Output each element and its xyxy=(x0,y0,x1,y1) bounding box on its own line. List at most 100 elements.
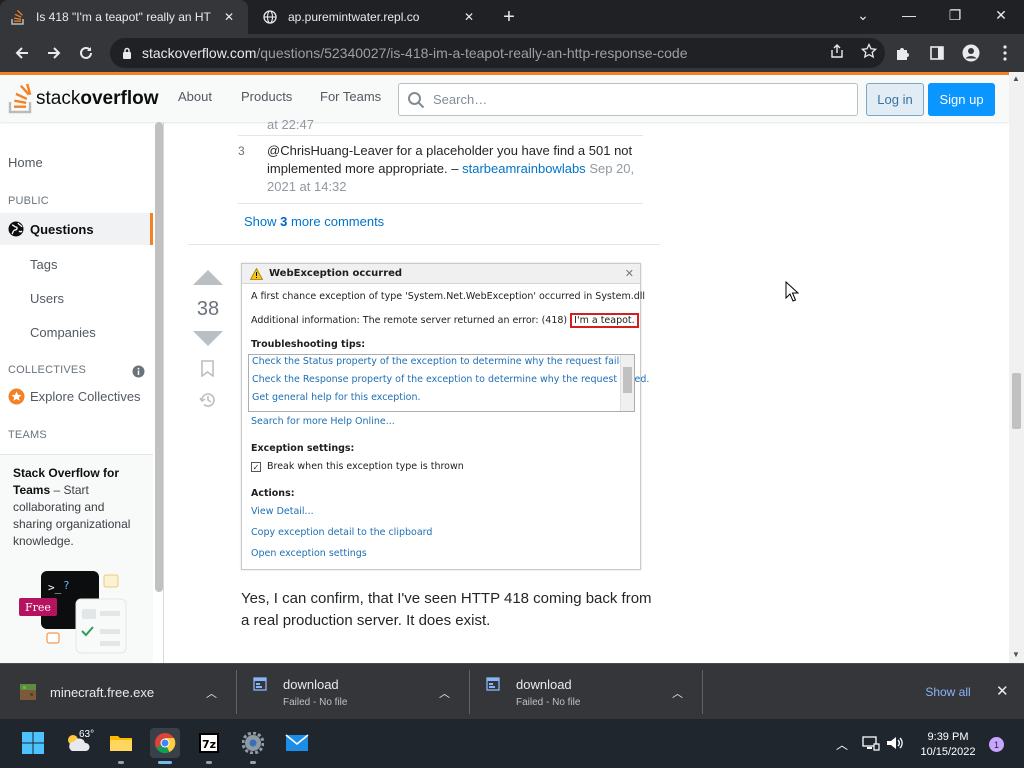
collectives-star-icon xyxy=(8,388,25,405)
taskbar-chrome[interactable] xyxy=(150,728,180,764)
download-options-chevron-icon[interactable]: ︿ xyxy=(672,685,683,701)
share-icon[interactable] xyxy=(829,43,845,64)
tab-replit[interactable]: ap.puremintwater.repl.co ✕ xyxy=(252,0,488,34)
scroll-down-arrow-icon[interactable]: ▼ xyxy=(1012,650,1020,659)
download-item[interactable]: download Failed - No file ︿ xyxy=(253,664,450,720)
toolbar-actions xyxy=(892,41,1016,65)
chrome-icon xyxy=(155,733,176,754)
dialog-tip: Check the Status property of the excepti… xyxy=(252,356,635,367)
new-tab-button[interactable]: + xyxy=(498,7,520,27)
teapot-highlight: I'm a teapot. xyxy=(570,313,639,328)
download-status: Failed - No file xyxy=(516,696,581,708)
mail-icon xyxy=(285,734,309,751)
dialog-title: WebException occurred xyxy=(269,268,403,279)
sidebar-scrollbar[interactable] xyxy=(154,122,163,663)
tab-title: ap.puremintwater.repl.co xyxy=(288,10,420,24)
download-item[interactable]: minecraft.free.exe ︿ xyxy=(20,664,217,720)
dialog-action-link: Open exception settings xyxy=(251,548,367,559)
minimize-button[interactable]: — xyxy=(886,0,932,30)
taskbar-settings[interactable] xyxy=(238,728,268,764)
show-more-comments-link[interactable]: Show 3 more comments xyxy=(244,214,384,229)
download-options-chevron-icon[interactable]: ︿ xyxy=(206,685,217,701)
so-logo-text: stackoverflow xyxy=(36,88,159,109)
dialog-tips-scrollbar xyxy=(620,355,634,411)
browser-menu-icon[interactable] xyxy=(994,41,1016,65)
download-options-chevron-icon[interactable]: ︿ xyxy=(439,685,450,701)
left-sidebar: Home PUBLIC Questions Tags Users Compani… xyxy=(0,122,164,663)
comment-item: at 22:47 xyxy=(238,117,643,136)
taskbar-file-explorer[interactable] xyxy=(106,728,136,764)
lock-icon[interactable] xyxy=(120,46,134,60)
download-filename: download xyxy=(516,676,572,692)
tab-close-icon[interactable]: ✕ xyxy=(220,8,238,26)
weather-temperature: 63° xyxy=(79,729,95,740)
search-placeholder: Search… xyxy=(433,92,488,107)
signup-button[interactable]: Sign up xyxy=(928,83,995,116)
bookmark-star-icon[interactable] xyxy=(860,42,878,64)
taskbar-7zip[interactable]: 7z xyxy=(194,728,224,764)
profile-avatar-icon[interactable] xyxy=(960,41,982,65)
tab-close-icon[interactable]: ✕ xyxy=(460,8,478,26)
show-all-downloads-button[interactable]: Show all xyxy=(912,680,984,704)
taskbar-mail[interactable] xyxy=(282,728,312,758)
exception-dialog-image: WebException occurred ✕ A first chance e… xyxy=(241,263,649,570)
dialog-line-1: A first chance exception of type 'System… xyxy=(251,291,646,302)
gear-icon xyxy=(242,732,264,754)
history-icon[interactable] xyxy=(199,391,224,414)
sidebar-item-questions[interactable]: Questions xyxy=(0,213,153,245)
upvote-arrow-icon[interactable] xyxy=(193,270,223,285)
dialog-checkbox-row: ✓ Break when this exception type is throw… xyxy=(251,461,464,472)
comment-item: 3 @ChrisHuang-Leaver for a placeholder y… xyxy=(238,142,643,204)
sidebar-item-home[interactable]: Home xyxy=(8,155,43,170)
volume-icon[interactable] xyxy=(886,735,904,756)
extensions-puzzle-icon[interactable] xyxy=(892,41,914,65)
sidebar-item-explore-collectives[interactable]: Explore Collectives xyxy=(8,388,141,405)
network-icon[interactable] xyxy=(862,735,880,756)
address-bar[interactable]: stackoverflow.com/questions/52340027/is-… xyxy=(110,38,885,68)
notification-badge[interactable]: 1 xyxy=(989,737,1004,752)
page-scrollbar-thumb[interactable] xyxy=(1012,373,1021,429)
sidebar-item-companies[interactable]: Companies xyxy=(30,325,96,340)
file-error-icon xyxy=(486,677,500,691)
so-search-input[interactable]: Search… xyxy=(398,83,858,116)
file-error-icon xyxy=(253,677,267,691)
taskbar-clock[interactable]: 9:39 PM 10/15/2022 xyxy=(920,730,976,760)
so-header: stackoverflow About Products For Teams S… xyxy=(0,72,1009,122)
start-button[interactable] xyxy=(18,728,48,758)
bookmark-icon[interactable] xyxy=(201,360,224,382)
warning-icon xyxy=(250,267,263,280)
comment-partial-text: at 22:47 xyxy=(267,117,314,132)
downvote-arrow-icon[interactable] xyxy=(193,331,223,346)
sidebar-section-collectives: COLLECTIVES xyxy=(8,364,87,376)
dialog-tip: Check the Response property of the excep… xyxy=(252,374,650,385)
forward-button[interactable] xyxy=(42,41,66,65)
hidden-icons-chevron-icon[interactable]: ︿ xyxy=(836,736,848,753)
scroll-up-arrow-icon[interactable]: ▲ xyxy=(1012,74,1020,83)
comment-user-link[interactable]: starbeamrainbowlabs xyxy=(462,161,586,176)
nav-for-teams[interactable]: For Teams xyxy=(320,89,381,104)
sidebar-item-users[interactable]: Users xyxy=(30,291,64,306)
sidebar-section-teams: TEAMS xyxy=(8,429,47,441)
so-logo[interactable]: stackoverflow xyxy=(8,83,158,115)
restore-button[interactable]: ❐ xyxy=(932,0,978,30)
login-button[interactable]: Log in xyxy=(866,83,924,116)
nav-about[interactable]: About xyxy=(178,89,212,104)
clock-date: 10/15/2022 xyxy=(920,746,976,758)
close-downloads-shelf-icon[interactable]: ✕ xyxy=(996,682,1009,700)
tab-search-chevron-icon[interactable]: ⌄ xyxy=(840,0,886,30)
info-icon[interactable] xyxy=(132,365,145,383)
tab-stackoverflow[interactable]: Is 418 "I'm a teapot" really an HT ✕ xyxy=(0,0,248,34)
page-scrollbar[interactable]: ▲ ▼ xyxy=(1009,72,1024,663)
side-panel-icon[interactable] xyxy=(926,41,948,65)
teams-promo-text: Stack Overflow for Teams – Start collabo… xyxy=(13,466,131,548)
download-item[interactable]: download Failed - No file ︿ xyxy=(486,664,683,720)
reload-button[interactable] xyxy=(74,41,98,65)
dialog-header: WebException occurred xyxy=(242,264,640,284)
checkbox-checked-icon: ✓ xyxy=(251,461,261,472)
nav-products[interactable]: Products xyxy=(241,89,292,104)
dialog-line-2: Additional information: The remote serve… xyxy=(251,313,639,328)
dialog-close-icon: ✕ xyxy=(624,267,634,280)
sidebar-item-tags[interactable]: Tags xyxy=(30,257,57,272)
window-close-button[interactable]: ✕ xyxy=(978,0,1024,30)
back-button[interactable] xyxy=(10,41,34,65)
